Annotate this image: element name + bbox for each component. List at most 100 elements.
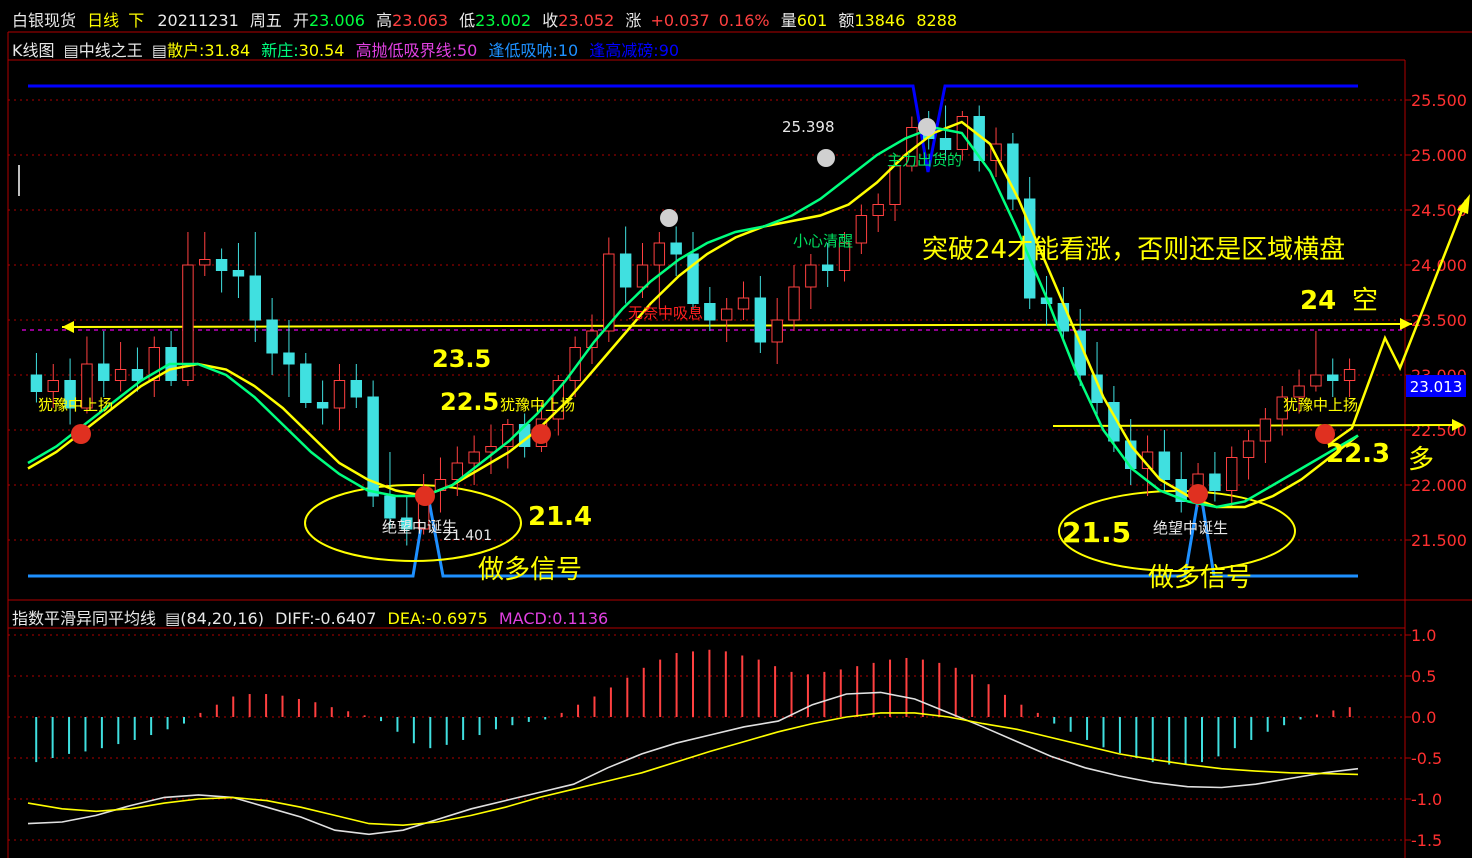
macd-tick-label: -1.5 <box>1411 831 1442 850</box>
candle-body <box>855 215 868 244</box>
candle[interactable] <box>350 364 363 408</box>
candle[interactable] <box>990 127 1002 178</box>
level-23-5: 23.5 <box>432 345 491 373</box>
candle[interactable] <box>165 331 177 386</box>
short-label: 空 <box>1352 286 1378 316</box>
candle[interactable] <box>805 254 817 309</box>
level-22-3: 22.3 <box>1326 439 1390 469</box>
candle-body <box>821 264 834 271</box>
candle[interactable] <box>1343 358 1356 398</box>
candle[interactable] <box>1125 419 1137 485</box>
candle[interactable] <box>771 298 783 364</box>
rise-label-1: 犹豫中上扬 <box>38 396 113 414</box>
candle-body <box>249 275 261 321</box>
price-tick-label: 25.500 <box>1411 91 1467 110</box>
candle-body <box>771 319 783 343</box>
level-22-5: 22.5 <box>440 388 499 416</box>
headline-annotation: 突破24才能看涨，否则还是区域横盘 <box>922 235 1345 265</box>
candle-body <box>1259 418 1272 442</box>
candle[interactable] <box>468 435 480 486</box>
peak-price-label: 25.398 <box>782 118 835 136</box>
candle[interactable] <box>333 364 346 430</box>
candle-body <box>30 374 43 392</box>
candle[interactable] <box>1007 133 1019 210</box>
candle[interactable] <box>199 232 211 276</box>
rise-label-2: 犹豫中上扬 <box>500 396 575 414</box>
candle[interactable] <box>300 353 312 408</box>
candle[interactable] <box>1242 430 1255 480</box>
candle[interactable] <box>249 232 261 342</box>
candle-body <box>1226 457 1238 491</box>
candle[interactable] <box>1310 331 1322 392</box>
candle[interactable] <box>114 342 127 392</box>
candle[interactable] <box>1327 358 1339 398</box>
candle[interactable] <box>148 336 160 398</box>
candle[interactable] <box>619 226 632 304</box>
candle-body <box>754 297 767 343</box>
candle[interactable] <box>266 298 278 375</box>
candle[interactable] <box>1108 386 1120 452</box>
candle[interactable] <box>720 298 733 342</box>
candle-body <box>468 451 480 464</box>
candle[interactable] <box>434 457 447 513</box>
macd-line-1 <box>27 712 1359 827</box>
candle[interactable] <box>232 243 245 298</box>
candle[interactable] <box>754 276 767 353</box>
candle[interactable] <box>872 193 884 233</box>
candle-body <box>1327 374 1339 381</box>
face-icon-1 <box>817 149 835 167</box>
candle-body <box>1158 451 1171 480</box>
sell-boundary-line <box>28 84 1358 173</box>
candle[interactable] <box>367 380 379 508</box>
macd-tick-label: -0.5 <box>1411 749 1442 768</box>
candle-body <box>131 369 144 381</box>
resistance-arrow-left <box>62 321 74 333</box>
candle-body <box>283 352 295 365</box>
candle-body <box>805 264 817 288</box>
candle[interactable] <box>1175 452 1187 513</box>
absorb-label: 无奈中吸息 <box>628 304 703 322</box>
macd-histogram <box>35 649 1351 765</box>
candle[interactable] <box>316 380 329 425</box>
distribution-label: 主力出货的 <box>887 151 962 169</box>
level-24: 24 <box>1300 286 1336 316</box>
candle[interactable] <box>283 320 295 397</box>
level-21-5: 21.5 <box>1062 516 1131 549</box>
chart-canvas[interactable]: 25.50025.00024.50024.00023.50023.00022.5… <box>0 0 1472 858</box>
candle-body <box>316 402 329 409</box>
candle[interactable] <box>485 424 497 475</box>
caution-label: 小心清醒 <box>793 232 853 250</box>
candle[interactable] <box>1259 408 1272 463</box>
candle-body <box>1242 440 1255 458</box>
current-price-tag: 23.013 <box>1406 375 1466 397</box>
candle-body <box>232 270 245 277</box>
long-label: 多 <box>1408 445 1434 475</box>
candle[interactable] <box>98 331 110 397</box>
candle[interactable] <box>788 265 800 331</box>
candle[interactable] <box>64 358 76 425</box>
bottom-marker-1 <box>415 486 435 506</box>
candle-body <box>872 204 884 216</box>
candle-body <box>333 380 346 409</box>
buy-signal-label-1: 做多信号 <box>478 555 582 585</box>
candle[interactable] <box>215 248 228 293</box>
candle-body <box>300 363 312 403</box>
candle[interactable] <box>670 226 682 277</box>
candle-body <box>350 380 363 398</box>
candle-body <box>199 259 211 266</box>
candle-body <box>114 369 127 381</box>
candle[interactable] <box>855 204 868 255</box>
price-tick-label: 21.500 <box>1411 531 1467 550</box>
rise-marker-2 <box>531 424 551 444</box>
candle-body <box>1343 369 1356 381</box>
candle[interactable] <box>1226 446 1238 508</box>
boundary-lines <box>22 84 1470 578</box>
despair-label-2: 绝望中诞生 <box>1153 519 1228 537</box>
candle-body <box>1057 303 1070 332</box>
candle-body <box>98 363 110 381</box>
candle[interactable] <box>704 287 716 331</box>
candle-body <box>47 380 59 392</box>
candle[interactable] <box>687 232 699 309</box>
candle-body <box>704 303 716 321</box>
candle[interactable] <box>737 281 750 321</box>
